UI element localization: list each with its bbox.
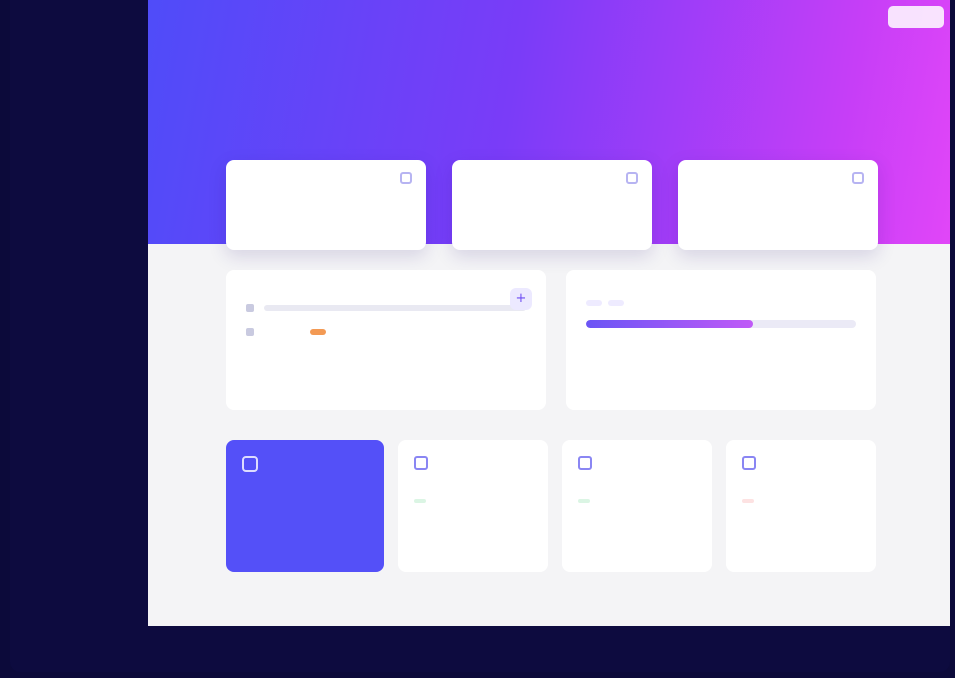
task-status-icon: [246, 328, 254, 336]
metric-icon: [578, 456, 592, 470]
content-area: +: [226, 270, 876, 572]
metric-change-badge: [578, 499, 590, 503]
user-menu-button[interactable]: [888, 6, 944, 28]
metric-icon: [414, 456, 428, 470]
stat-cards: [226, 160, 878, 250]
sidebar: [10, 0, 148, 672]
metric-change-badge: [414, 499, 426, 503]
sidebar-item-4[interactable]: [24, 196, 134, 234]
metric-card-1[interactable]: [398, 440, 548, 572]
sidebar-item-2[interactable]: [24, 120, 134, 158]
stat-card-3[interactable]: [678, 160, 878, 250]
app-window: +: [10, 0, 950, 672]
task-tag: [310, 329, 326, 335]
goal-pill-2[interactable]: [608, 300, 624, 306]
sidebar-item-7[interactable]: [24, 310, 134, 348]
chart-icon: [852, 172, 864, 184]
goal-pills: [586, 300, 856, 306]
feature-card[interactable]: [226, 440, 384, 572]
chart-icon: [626, 172, 638, 184]
task-row[interactable]: [246, 304, 526, 312]
stat-card-2[interactable]: [452, 160, 652, 250]
app-logo[interactable]: [30, 18, 134, 38]
goal-pill-1[interactable]: [586, 300, 602, 306]
stat-card-1[interactable]: [226, 160, 426, 250]
sidebar-item-3[interactable]: [24, 158, 134, 196]
goal-progress-bar: [586, 320, 856, 328]
metric-change-badge: [742, 499, 754, 503]
metric-icon: [742, 456, 756, 470]
sidebar-item-6[interactable]: [24, 272, 134, 310]
task-row[interactable]: [246, 328, 526, 336]
metrics-row: [226, 440, 876, 572]
metric-card-2[interactable]: [562, 440, 712, 572]
chart-icon: [400, 172, 412, 184]
goal-progress-fill: [586, 320, 754, 328]
sidebar-item-1[interactable]: [24, 82, 134, 120]
goals-panel: [566, 270, 876, 410]
sidebar-item-5[interactable]: [24, 234, 134, 272]
task-status-icon: [246, 304, 254, 312]
footer: [148, 626, 950, 672]
tasks-panel: +: [226, 270, 546, 410]
task-placeholder-bar: [264, 305, 526, 311]
add-task-button[interactable]: +: [510, 288, 532, 310]
feature-icon: [242, 456, 258, 472]
panel-row: +: [226, 270, 876, 410]
metric-card-3[interactable]: [726, 440, 876, 572]
